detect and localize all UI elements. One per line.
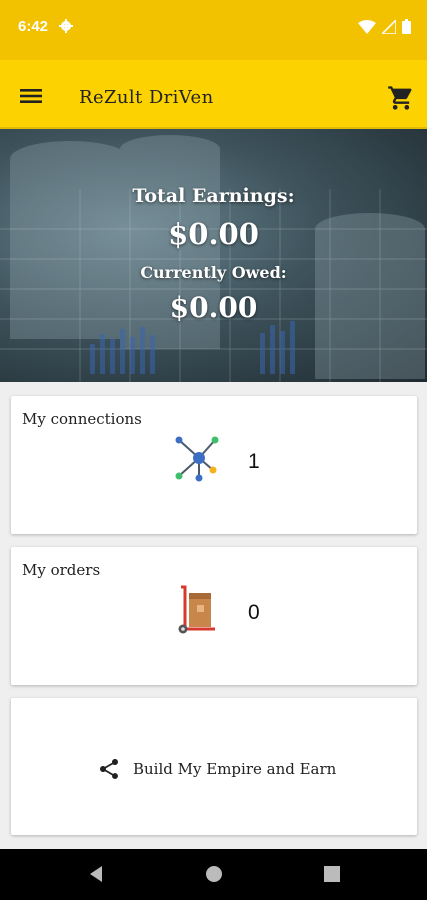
status-bar: 6:42	[0, 0, 427, 60]
signal-icon	[382, 19, 396, 34]
menu-icon[interactable]	[14, 82, 48, 110]
connections-label: My connections	[22, 410, 142, 428]
hand-truck-icon	[178, 585, 215, 634]
home-icon[interactable]	[205, 865, 223, 883]
total-earnings-value: $0.00	[168, 217, 259, 251]
orders-card[interactable]: My orders 0	[11, 547, 417, 685]
status-time: 6:42	[18, 18, 49, 35]
currently-owed-value: $0.00	[169, 291, 258, 324]
system-nav-bar	[0, 849, 427, 900]
recents-icon[interactable]	[323, 865, 341, 883]
app-bar: ReZult DriVen	[0, 60, 427, 129]
build-empire-button[interactable]: Build My Empire and Earn	[97, 757, 336, 781]
share-icon	[100, 759, 118, 779]
gear-icon	[59, 19, 73, 33]
connections-card[interactable]: My connections 1	[11, 396, 417, 534]
earnings-banner: Total Earnings: $0.00 Currently Owed: $0…	[0, 129, 427, 382]
app-title: ReZult DriVen	[79, 87, 214, 108]
cart-icon[interactable]	[386, 84, 416, 112]
orders-count: 0	[248, 601, 260, 624]
back-icon[interactable]	[87, 865, 105, 883]
coins-background-image	[0, 135, 427, 382]
build-empire-label: Build My Empire and Earn	[133, 760, 337, 778]
total-earnings-label: Total Earnings:	[132, 185, 295, 207]
battery-icon	[402, 19, 411, 34]
build-empire-card[interactable]: Build My Empire and Earn	[11, 698, 417, 835]
network-icon	[175, 436, 219, 482]
orders-label: My orders	[22, 561, 101, 579]
currently-owed-label: Currently Owed:	[140, 263, 287, 282]
connections-count: 1	[248, 450, 260, 473]
wifi-icon	[358, 19, 376, 34]
